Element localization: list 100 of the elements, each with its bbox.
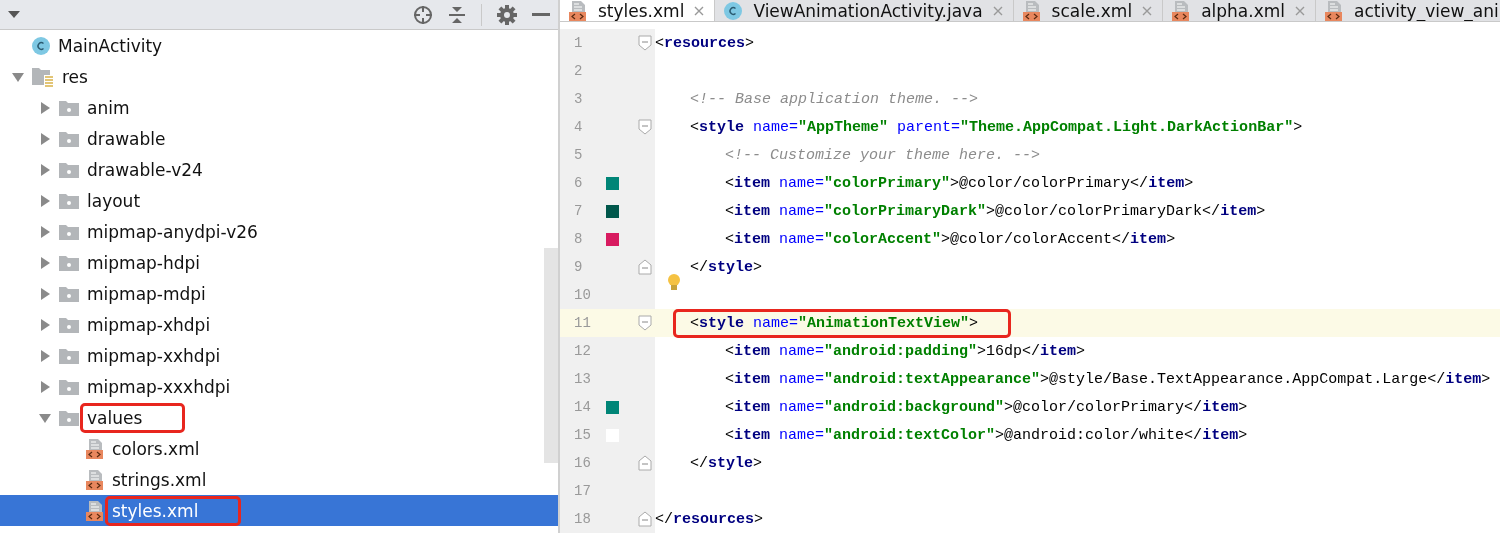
close-icon[interactable]	[992, 5, 1003, 16]
tree-item[interactable]: values	[0, 402, 544, 433]
folder-icon	[58, 315, 80, 334]
collapsed-arrow-icon[interactable]	[38, 256, 51, 269]
line-number: 1	[573, 35, 584, 51]
color-swatch[interactable]	[606, 400, 619, 414]
code-line: <resources>	[655, 34, 755, 52]
tree-item[interactable]: mipmap-xxxhdpi	[0, 371, 544, 402]
code-line: <!-- Customize your theme here. -->	[725, 146, 1041, 164]
tree-item[interactable]: mipmap-hdpi	[0, 247, 544, 278]
tree-item[interactable]: mipmap-xxhdpi	[0, 340, 544, 371]
collapsed-arrow-icon[interactable]	[38, 163, 51, 176]
collapsed-arrow-icon[interactable]	[38, 132, 51, 145]
folder-icon	[58, 222, 80, 241]
code-line: </resources>	[655, 510, 764, 528]
editor-tab[interactable]: activity_view_ani	[1316, 0, 1500, 21]
folder-icon	[58, 191, 80, 210]
folder-icon	[58, 253, 80, 272]
collapsed-arrow-icon[interactable]	[38, 380, 51, 393]
line-number: 3	[573, 91, 584, 107]
editor-tab[interactable]: ViewAnimationActivity.java	[715, 0, 1014, 21]
line-number: 11	[573, 315, 592, 331]
xml-file-icon	[85, 437, 105, 460]
line-number: 9	[573, 259, 584, 275]
line-number: 15	[573, 427, 592, 443]
tree-item[interactable]: mipmap-anydpi-v26	[0, 216, 544, 247]
line-number: 10	[573, 287, 592, 303]
tree-item[interactable]: anim	[0, 92, 544, 123]
editor-tab[interactable]: scale.xml	[1013, 0, 1164, 21]
line-number: 7	[573, 203, 584, 219]
folder-icon	[58, 346, 80, 365]
code-line: </style>	[690, 258, 763, 276]
close-icon[interactable]	[1142, 5, 1153, 16]
xml-file-icon	[85, 499, 105, 522]
fold-icon[interactable]	[638, 35, 652, 51]
tree-item[interactable]: colors.xml	[0, 433, 544, 464]
code-line: <item name="android:padding">16dp</item>	[725, 342, 1086, 360]
color-swatch[interactable]	[606, 176, 619, 190]
line-number: 5	[573, 147, 584, 163]
tree-item[interactable]: drawable-v24	[0, 154, 544, 185]
tree-item[interactable]: drawable	[0, 123, 544, 154]
line-number: 13	[573, 371, 592, 387]
collapsed-arrow-icon[interactable]	[38, 287, 51, 300]
tree-item[interactable]: MainActivity	[0, 30, 544, 61]
tree-item[interactable]: mipmap-xhdpi	[0, 309, 544, 340]
line-number: 14	[573, 399, 592, 415]
expanded-arrow-icon[interactable]	[38, 411, 51, 424]
folder-icon	[58, 98, 80, 117]
line-number: 12	[573, 343, 592, 359]
class-icon	[31, 35, 51, 56]
settings-icon[interactable]	[496, 3, 518, 26]
close-icon[interactable]	[1295, 5, 1305, 16]
line-number: 18	[573, 511, 592, 527]
fold-icon[interactable]	[638, 455, 652, 471]
code-line: <item name="android:textAppearance">@style/Base.TextAppearance.AppCompat.Large</item>	[725, 370, 1491, 388]
code-line: <item name="colorPrimaryDark">@color/colorPrimaryDark</item>	[725, 202, 1266, 220]
crosshair-icon[interactable]	[413, 4, 433, 25]
folder-icon	[58, 408, 80, 427]
line-number: 17	[573, 483, 592, 499]
tree-item[interactable]: strings.xml	[0, 464, 544, 495]
xml-file-icon	[85, 468, 105, 491]
folder-icon	[58, 377, 80, 396]
expanded-arrow-icon[interactable]	[11, 70, 24, 83]
tree-item[interactable]: styles.xml	[0, 495, 558, 526]
dropdown-caret-icon[interactable]	[8, 10, 20, 19]
minimize-icon[interactable]	[532, 12, 550, 17]
line-number: 16	[573, 455, 592, 471]
fold-icon[interactable]	[638, 119, 652, 135]
editor-tab[interactable]: styles.xml	[560, 0, 716, 21]
code-line: <item name="colorAccent">@color/colorAccent</item>	[725, 230, 1176, 248]
line-number: 6	[573, 175, 584, 191]
tree-item[interactable]: mipmap-mdpi	[0, 278, 544, 309]
class-icon	[723, 0, 744, 21]
editor-tab[interactable]: alpha.xml	[1163, 0, 1316, 21]
code-line: <item name="colorPrimary">@color/colorPrimary</item>	[725, 174, 1194, 192]
fold-icon[interactable]	[638, 511, 652, 527]
code-line: <!-- Base application theme. -->	[690, 90, 979, 108]
line-number: 2	[573, 63, 584, 79]
collapsed-arrow-icon[interactable]	[38, 194, 51, 207]
tree-item[interactable]: layout	[0, 185, 544, 216]
collapsed-arrow-icon[interactable]	[38, 318, 51, 331]
collapsed-arrow-icon[interactable]	[38, 225, 51, 238]
folder-icon	[58, 160, 80, 179]
collapsed-arrow-icon[interactable]	[38, 101, 51, 114]
close-icon[interactable]	[694, 5, 705, 16]
code-line: </style>	[690, 454, 763, 472]
code-line: <item name="android:textColor">@android:color/white</item>	[725, 426, 1248, 444]
code-line: <style name="AppTheme" parent="Theme.AppCompat.Light.DarkActionBar">	[690, 118, 1303, 136]
fold-icon[interactable]	[638, 259, 652, 275]
line-number: 4	[573, 119, 584, 135]
code-line: <item name="android:background">@color/colorPrimary</item>	[725, 398, 1248, 416]
color-swatch[interactable]	[606, 204, 619, 218]
tree-item[interactable]: res	[0, 61, 544, 92]
fold-icon[interactable]	[638, 315, 652, 331]
resource-folder-icon	[31, 65, 55, 88]
folder-icon	[58, 284, 80, 303]
collapsed-arrow-icon[interactable]	[38, 349, 51, 362]
scrollbar[interactable]	[544, 248, 558, 463]
color-swatch[interactable]	[606, 232, 619, 246]
lightbulb-icon[interactable]	[666, 273, 682, 293]
